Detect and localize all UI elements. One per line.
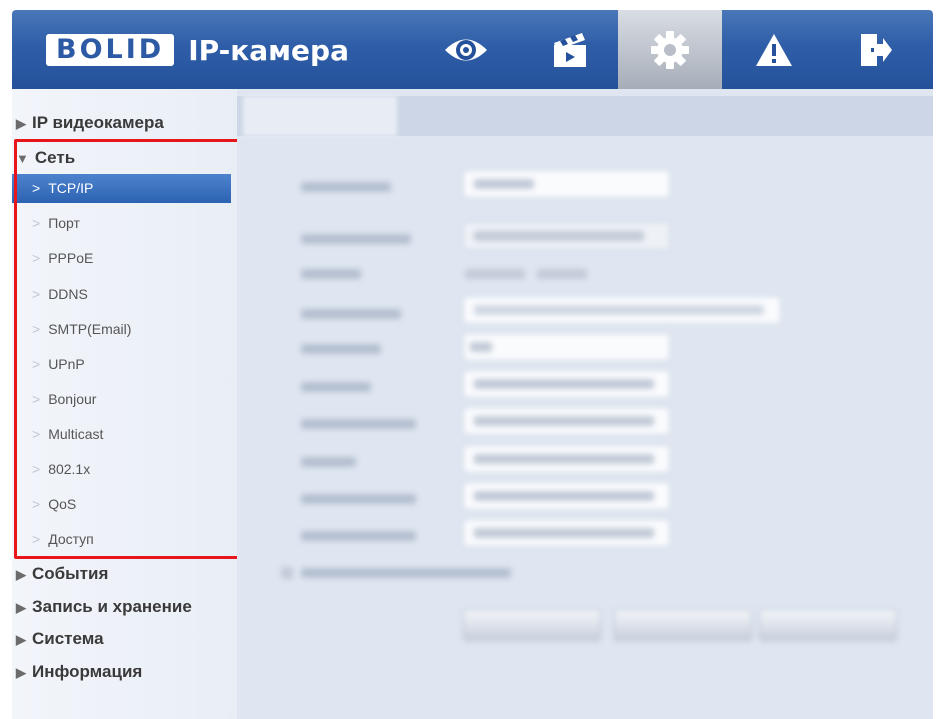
settings-panel	[237, 89, 933, 719]
form-label	[301, 531, 416, 541]
form-label	[301, 344, 381, 354]
warning-icon	[756, 33, 792, 66]
field-value	[474, 379, 654, 389]
sidebar-section-ip-camera[interactable]: ▶ IP видеокамера	[16, 113, 164, 133]
app-header: BOLID IP-камера	[12, 10, 933, 89]
alternate-dns-field[interactable]	[463, 519, 670, 547]
form-label	[301, 234, 411, 244]
gear-icon	[651, 30, 689, 69]
section-label: Система	[32, 629, 104, 648]
refresh-button[interactable]	[614, 609, 752, 641]
field-value	[470, 342, 492, 352]
expand-arrow-icon: ▶	[16, 600, 26, 615]
logout-button[interactable]	[824, 10, 928, 89]
settings-button[interactable]	[618, 10, 722, 89]
save-button[interactable]	[759, 609, 897, 641]
mode-static-radio[interactable]	[465, 269, 525, 279]
default-button[interactable]	[463, 609, 601, 641]
form-label	[301, 269, 361, 279]
mode-dhcp-radio[interactable]	[537, 269, 587, 279]
expand-arrow-icon: ▶	[16, 567, 26, 582]
expand-arrow-icon: ▶	[16, 632, 26, 647]
ip-address-field[interactable]	[463, 370, 670, 398]
preferred-dns-field[interactable]	[463, 482, 670, 510]
ip-version-select[interactable]	[463, 333, 670, 361]
form-label	[301, 382, 371, 392]
option-checkbox[interactable]	[281, 567, 293, 579]
sidebar-section-events[interactable]: ▶ События	[16, 564, 108, 584]
form-label	[301, 494, 416, 504]
alarm-button[interactable]	[722, 10, 826, 89]
mac-address-field[interactable]	[463, 296, 781, 324]
expand-arrow-icon: ▶	[16, 665, 26, 680]
checkbox-label	[301, 568, 511, 578]
form-label	[301, 309, 401, 319]
hostname-field[interactable]	[463, 170, 670, 198]
subnet-mask-field[interactable]	[463, 407, 670, 435]
section-label: Информация	[32, 662, 143, 681]
gateway-field[interactable]	[463, 445, 670, 473]
field-value	[474, 416, 654, 426]
field-value	[474, 179, 534, 189]
app-title: IP-камера	[188, 33, 349, 67]
field-value	[474, 231, 644, 241]
playback-button[interactable]	[518, 10, 622, 89]
logout-icon	[861, 33, 892, 66]
ethernet-select[interactable]	[463, 222, 670, 250]
brand-logo: BOLID IP-камера	[46, 33, 349, 67]
tab-tcpip[interactable]	[243, 96, 397, 136]
tab-bar	[237, 96, 933, 136]
sidebar-section-info[interactable]: ▶ Информация	[16, 662, 142, 682]
section-label: Запись и хранение	[32, 597, 192, 616]
sidebar-section-storage[interactable]: ▶ Запись и хранение	[16, 597, 192, 617]
highlight-box	[14, 139, 244, 559]
field-value	[474, 491, 654, 501]
form-label	[301, 419, 416, 429]
eye-icon	[445, 39, 487, 60]
field-value	[474, 528, 654, 538]
clapperboard-icon	[554, 32, 586, 67]
form-label	[301, 457, 356, 467]
field-value	[474, 454, 654, 464]
section-label: События	[32, 564, 109, 583]
field-value	[474, 305, 764, 315]
form-label	[301, 182, 391, 192]
section-label: IP видеокамера	[32, 113, 164, 132]
sidebar-section-system[interactable]: ▶ Система	[16, 629, 104, 649]
expand-arrow-icon: ▶	[16, 116, 26, 131]
bolid-logo: BOLID	[46, 34, 175, 66]
live-view-button[interactable]	[414, 10, 518, 89]
